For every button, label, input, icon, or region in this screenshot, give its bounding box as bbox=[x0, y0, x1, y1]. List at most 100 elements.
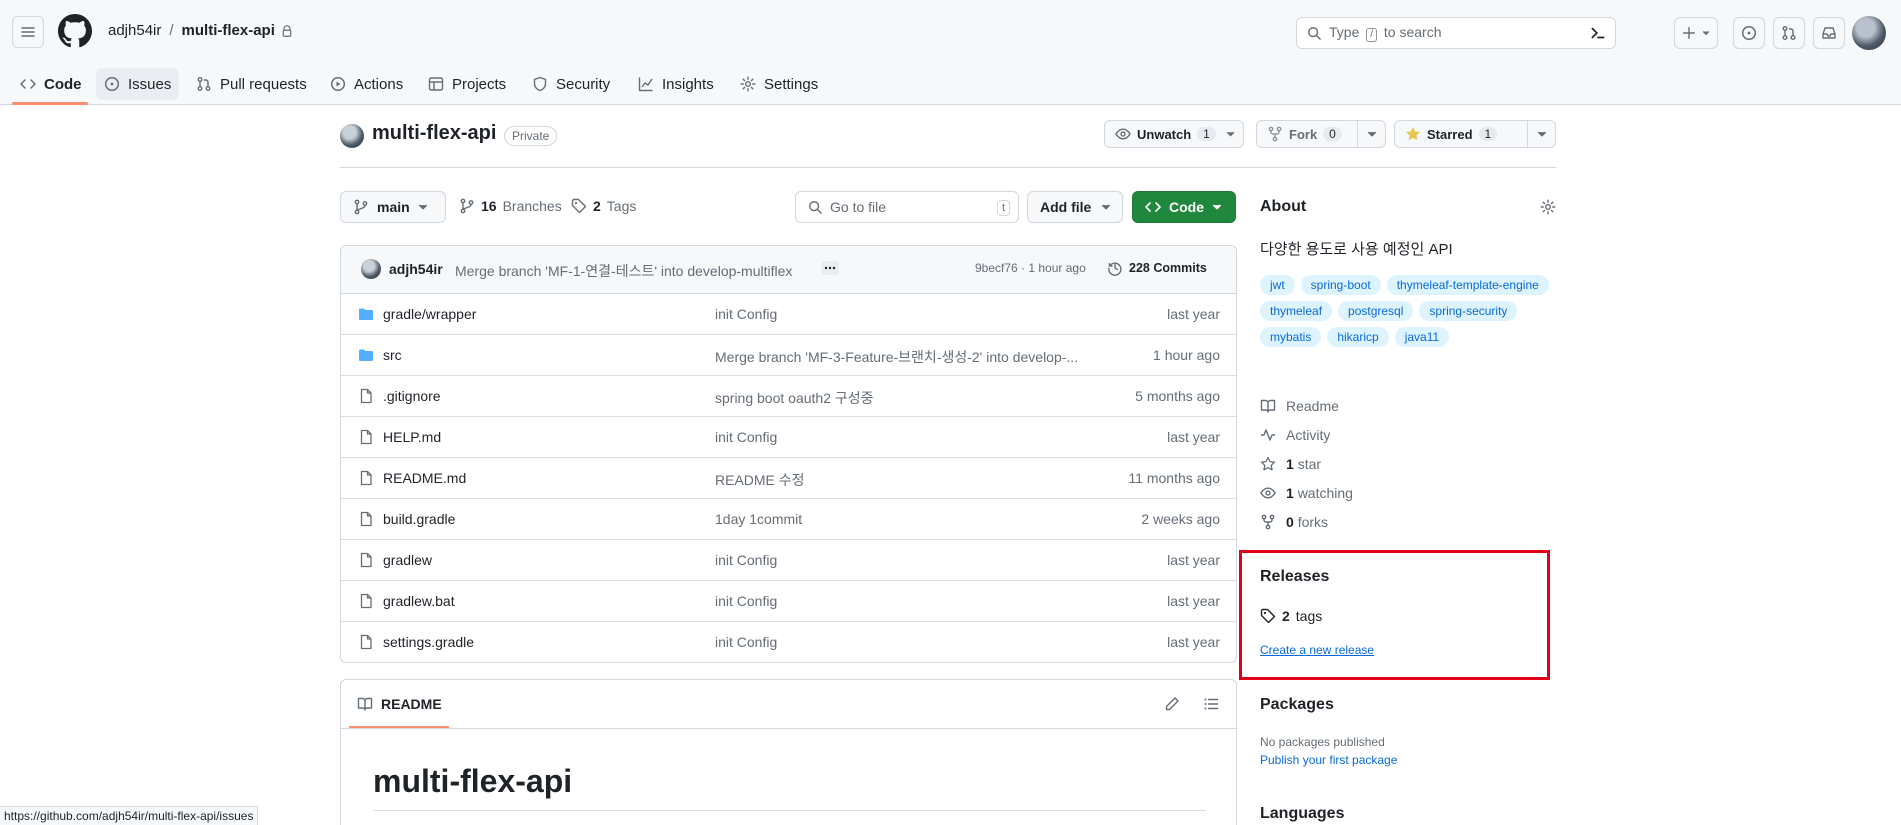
tab-settings[interactable]: Settings bbox=[732, 68, 826, 100]
topic-tag[interactable]: mybatis bbox=[1260, 327, 1322, 347]
commit-expand-button[interactable] bbox=[821, 261, 839, 275]
fork-dropdown[interactable] bbox=[1357, 121, 1385, 147]
list-unordered-icon[interactable] bbox=[1203, 696, 1219, 712]
file-row[interactable]: HELP.md init Config last year bbox=[341, 417, 1236, 458]
code-button[interactable]: Code bbox=[1132, 191, 1236, 223]
file-commit-message[interactable]: 1day 1commit bbox=[715, 511, 802, 527]
topic-tag[interactable]: jwt bbox=[1260, 275, 1295, 295]
file-name[interactable]: gradle/wrapper bbox=[383, 306, 476, 322]
watch-main[interactable]: Unwatch 1 bbox=[1105, 121, 1226, 147]
file-commit-message[interactable]: README 수정 bbox=[715, 470, 805, 490]
file-commit-message[interactable]: init Config bbox=[715, 306, 777, 322]
topic-tag[interactable]: thymeleaf bbox=[1260, 301, 1333, 321]
issues-button[interactable] bbox=[1733, 17, 1765, 49]
publish-package-link[interactable]: Publish your first package bbox=[1260, 753, 1397, 767]
shield-icon bbox=[533, 76, 547, 92]
commit-author[interactable]: adjh54ir bbox=[389, 261, 443, 277]
file-row[interactable]: gradlew.bat init Config last year bbox=[341, 581, 1236, 622]
gear-icon[interactable] bbox=[1540, 199, 1556, 215]
file-name[interactable]: settings.gradle bbox=[383, 634, 474, 650]
stars-link[interactable]: 1 star bbox=[1260, 456, 1321, 472]
releases-tags-link[interactable]: 2 tags bbox=[1260, 608, 1322, 624]
tags-link[interactable]: 2 Tags bbox=[571, 198, 636, 214]
file-name[interactable]: build.gradle bbox=[383, 511, 455, 527]
breadcrumb-owner[interactable]: adjh54ir bbox=[108, 22, 161, 39]
fork-button[interactable]: Fork 0 bbox=[1256, 120, 1386, 148]
pull-requests-button[interactable] bbox=[1773, 17, 1805, 49]
readme-tab[interactable]: README bbox=[357, 696, 442, 712]
file-commit-message[interactable]: Merge branch 'MF-3-Feature-브랜치-생성-2' int… bbox=[715, 347, 1078, 367]
file-row[interactable]: settings.gradle init Config last year bbox=[341, 622, 1236, 662]
tab-actions[interactable]: Actions bbox=[322, 68, 411, 100]
commits-history-link[interactable]: 228 Commits bbox=[1107, 260, 1207, 276]
file-icon bbox=[360, 511, 372, 527]
repo-forked-icon bbox=[1268, 126, 1282, 142]
tab-code[interactable]: Code bbox=[12, 68, 90, 100]
inbox-button[interactable] bbox=[1813, 17, 1845, 49]
topic-tag[interactable]: java11 bbox=[1394, 327, 1450, 347]
tab-pull-requests[interactable]: Pull requests bbox=[188, 68, 315, 100]
file-name[interactable]: README.md bbox=[383, 470, 466, 486]
file-row[interactable]: gradlew init Config last year bbox=[341, 540, 1236, 581]
file-name[interactable]: gradlew bbox=[383, 552, 432, 568]
file-row[interactable]: .gitignore spring boot oauth2 구성중 5 months… bbox=[341, 376, 1236, 417]
file-name[interactable]: src bbox=[383, 347, 402, 363]
forks-label: forks bbox=[1297, 514, 1329, 530]
global-search-input[interactable]: Type / to search bbox=[1296, 17, 1616, 49]
star-dropdown[interactable] bbox=[1527, 121, 1555, 147]
file-row[interactable]: gradle/wrapper init Config last year bbox=[341, 294, 1236, 335]
file-commit-message[interactable]: init Config bbox=[715, 552, 777, 568]
go-to-file-placeholder: Go to file bbox=[830, 199, 887, 215]
readme-link[interactable]: Readme bbox=[1260, 398, 1339, 414]
file-name[interactable]: .gitignore bbox=[383, 388, 441, 404]
commit-author-avatar[interactable] bbox=[361, 259, 381, 279]
pencil-icon[interactable] bbox=[1164, 696, 1180, 712]
file-name[interactable]: gradlew.bat bbox=[383, 593, 455, 609]
packages-title[interactable]: Packages bbox=[1260, 696, 1334, 714]
repo-title[interactable]: multi-flex-api bbox=[372, 122, 496, 145]
branches-link[interactable]: 16 Branches bbox=[459, 198, 562, 214]
tab-insights[interactable]: Insights bbox=[630, 68, 722, 100]
fork-main[interactable]: Fork 0 bbox=[1257, 121, 1357, 147]
star-button[interactable]: Starred 1 bbox=[1394, 120, 1556, 148]
watchers-link[interactable]: 1 watching bbox=[1260, 485, 1353, 501]
file-row[interactable]: build.gradle 1day 1commit 2 weeks ago bbox=[341, 499, 1236, 540]
add-file-button[interactable]: Add file bbox=[1027, 191, 1123, 223]
create-release-link[interactable]: Create a new release bbox=[1260, 643, 1374, 657]
repo-owner-avatar[interactable] bbox=[340, 124, 364, 148]
topic-tag[interactable]: thymeleaf-template-engine bbox=[1386, 275, 1549, 295]
releases-title[interactable]: Releases bbox=[1260, 568, 1329, 586]
user-avatar[interactable] bbox=[1852, 16, 1886, 50]
github-logo-icon[interactable] bbox=[58, 14, 92, 48]
file-commit-message[interactable]: init Config bbox=[715, 593, 777, 609]
topic-tag[interactable]: spring-security bbox=[1419, 301, 1518, 321]
tab-security[interactable]: Security bbox=[524, 68, 618, 100]
forks-link[interactable]: 0 forks bbox=[1260, 514, 1328, 530]
menu-button[interactable] bbox=[12, 16, 44, 48]
tab-issues[interactable]: Issues bbox=[96, 68, 180, 100]
issue-opened-icon bbox=[1741, 25, 1757, 41]
hamburger-icon bbox=[21, 27, 35, 37]
activity-link[interactable]: Activity bbox=[1260, 427, 1330, 443]
breadcrumb-repo[interactable]: multi-flex-api bbox=[182, 22, 275, 39]
star-main[interactable]: Starred 1 bbox=[1395, 121, 1527, 147]
git-branch-icon bbox=[460, 198, 474, 214]
file-row[interactable]: src Merge branch 'MF-3-Feature-브랜치-생성-2' … bbox=[341, 335, 1236, 376]
file-commit-message[interactable]: init Config bbox=[715, 634, 777, 650]
tab-projects[interactable]: Projects bbox=[420, 68, 514, 100]
commit-hash-time[interactable]: 9becf76 · 1 hour ago bbox=[975, 261, 1086, 275]
commit-message[interactable]: Merge branch 'MF-1-연결-테스트' into develop-… bbox=[455, 261, 792, 281]
watch-button[interactable]: Unwatch 1 bbox=[1104, 120, 1244, 148]
file-name[interactable]: HELP.md bbox=[383, 429, 441, 445]
file-commit-message[interactable]: init Config bbox=[715, 429, 777, 445]
create-new-button[interactable] bbox=[1674, 17, 1718, 49]
file-commit-message[interactable]: spring boot oauth2 구성중 bbox=[715, 388, 874, 408]
topic-tag[interactable]: postgresql bbox=[1338, 301, 1414, 321]
branch-selector[interactable]: main bbox=[340, 191, 446, 223]
go-to-file-input[interactable]: Go to file t bbox=[795, 191, 1019, 223]
chevron-down-icon[interactable] bbox=[1226, 129, 1235, 139]
topic-tag[interactable]: spring-boot bbox=[1300, 275, 1381, 295]
file-row[interactable]: README.md README 수정 11 months ago bbox=[341, 458, 1236, 499]
command-palette-icon[interactable] bbox=[1589, 24, 1607, 42]
topic-tag[interactable]: hikaricp bbox=[1327, 327, 1389, 347]
